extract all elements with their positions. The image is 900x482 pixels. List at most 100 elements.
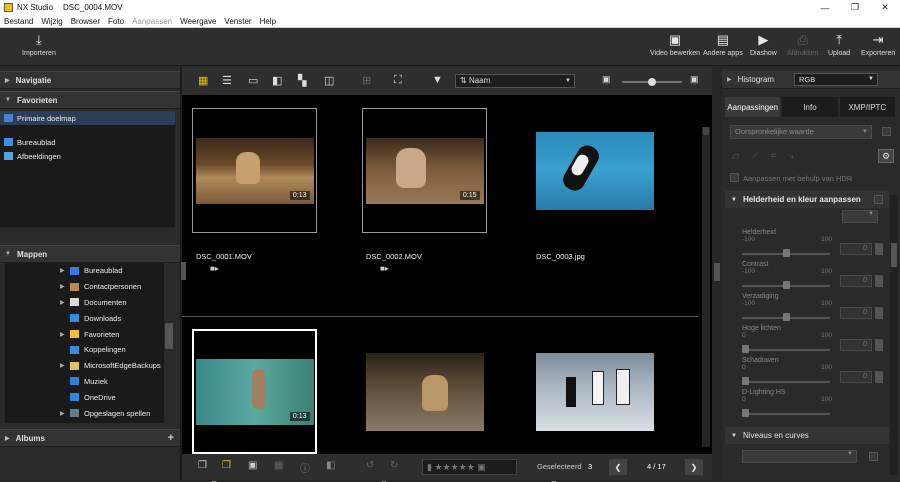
folder-item[interactable]: ▶ Favorieten xyxy=(5,326,164,342)
thumb-size-slider[interactable] xyxy=(622,78,682,86)
favorites-header[interactable]: ▼ Favorieten xyxy=(0,91,180,109)
histogram-header[interactable]: ▶ Histogram RGB ▼ xyxy=(722,71,900,89)
split-view-icon[interactable]: ◫ xyxy=(324,74,334,87)
export-button[interactable]: ⇥ Exporteren xyxy=(861,32,895,57)
thumbnail-cell-selected[interactable]: 0:13 xyxy=(192,329,317,454)
slider-knob[interactable] xyxy=(742,345,749,353)
spin-button[interactable] xyxy=(875,307,883,319)
expand-arrow-icon[interactable]: ▶ xyxy=(60,331,65,338)
hdr-checkbox[interactable] xyxy=(730,173,739,182)
splitter-grip-icon[interactable] xyxy=(714,263,720,281)
expand-arrow-icon[interactable]: ▶ xyxy=(60,410,65,417)
preset-checkbox[interactable] xyxy=(882,127,891,136)
gear-icon[interactable]: ⚙ xyxy=(878,149,894,163)
menu-weergave[interactable]: Weergave xyxy=(176,17,220,26)
tab-xmp-iptc[interactable]: XMP/IPTC xyxy=(839,97,895,117)
close-button[interactable]: ✕ xyxy=(870,0,900,15)
scroll-up-arrow-icon[interactable] xyxy=(703,127,709,135)
single-view-icon[interactable]: ▭ xyxy=(248,74,258,87)
slider-value-field[interactable]: 0 xyxy=(840,243,872,255)
levels-section-header[interactable]: ▼ Niveaus en curves xyxy=(725,427,889,444)
slider-value-field[interactable]: 0 xyxy=(840,371,872,383)
right-splitter[interactable] xyxy=(712,67,722,480)
next-page-button[interactable]: ❯ xyxy=(685,459,703,475)
maximize-button[interactable]: ❐ xyxy=(840,0,870,15)
menu-aanpassen[interactable]: Aanpassen xyxy=(128,17,176,26)
folder-item[interactable]: ▶ Bureaublad xyxy=(5,263,164,279)
scrollbar-thumb[interactable] xyxy=(165,323,173,349)
slider-track[interactable] xyxy=(742,381,830,383)
grid-icon[interactable]: ▦ xyxy=(274,460,283,471)
frame-icon[interactable]: ▣ xyxy=(248,460,257,471)
preset-select[interactable]: Oorspronkelijke waarde ▼ xyxy=(730,125,872,139)
thumbnail-cell[interactable] xyxy=(362,329,487,454)
thumbnail-cell[interactable]: 0:13 xyxy=(192,108,317,233)
menu-wijzig[interactable]: Wijzig xyxy=(37,17,66,26)
thumbnail-scrollbar[interactable] xyxy=(702,127,710,447)
slider-knob[interactable] xyxy=(783,313,790,321)
sort-select[interactable]: ⇅ Naam ▼ xyxy=(455,74,575,88)
import-button[interactable]: ⤓ Importeren xyxy=(22,32,56,57)
previous-page-button[interactable]: ❮ xyxy=(609,459,627,475)
folder-scrollbar[interactable] xyxy=(164,263,174,423)
albums-header[interactable]: ▶ Albums + xyxy=(0,429,180,447)
list-view-icon[interactable]: ☰ xyxy=(222,74,232,87)
minimize-button[interactable]: — xyxy=(810,0,840,15)
fav-item-pictures[interactable]: Afbeeldingen xyxy=(0,149,175,163)
spin-button[interactable] xyxy=(875,339,883,351)
compare-icon[interactable]: ◧ xyxy=(326,460,335,471)
folders-header[interactable]: ▼ Mappen xyxy=(0,245,180,263)
rotate-right-icon[interactable]: ↻ xyxy=(390,460,398,471)
thumbnail-cell[interactable] xyxy=(532,329,657,454)
rotate-left-icon[interactable]: ↺ xyxy=(366,460,374,471)
brightness-section-header[interactable]: ▼ Helderheid en kleur aanpassen xyxy=(725,191,889,208)
upload-button[interactable]: ⤒ Upload xyxy=(828,32,850,57)
folder-item[interactable]: Muziek xyxy=(5,374,164,390)
folder-item[interactable]: Koppelingen xyxy=(5,342,164,358)
rating-stars[interactable]: ▮ ★★★★★ ▣ xyxy=(422,459,517,475)
expand-arrow-icon[interactable]: ▶ xyxy=(60,362,65,369)
stack-icon[interactable]: ❐ xyxy=(198,460,207,471)
video-edit-button[interactable]: ▣ Video bewerken xyxy=(650,32,700,57)
info-icon[interactable]: ⓘ xyxy=(300,460,310,475)
slider-track[interactable] xyxy=(742,349,830,351)
levels-checkbox[interactable] xyxy=(869,452,878,461)
selection-icon[interactable]: ❐ xyxy=(222,460,231,471)
slider-value-field[interactable]: 0 xyxy=(840,275,872,287)
menu-foto[interactable]: Foto xyxy=(104,17,128,26)
thumbnail-cell[interactable] xyxy=(532,108,657,233)
filmstrip-view-icon[interactable]: ▚ xyxy=(298,74,306,87)
slider-value-field[interactable]: 0 xyxy=(840,307,872,319)
fav-item-primary[interactable]: Primaire doelmap xyxy=(0,111,175,125)
add-album-button[interactable]: + xyxy=(168,432,174,444)
slider-knob[interactable] xyxy=(742,377,749,385)
menu-venster[interactable]: Venster xyxy=(220,17,255,26)
menu-help[interactable]: Help xyxy=(256,17,280,26)
small-thumb-icon[interactable]: ▣ xyxy=(602,74,611,85)
spin-button[interactable] xyxy=(875,243,883,255)
left-splitter-grip-icon[interactable] xyxy=(181,262,186,280)
expand-arrow-icon[interactable]: ▶ xyxy=(60,267,65,274)
expand-arrow-icon[interactable]: ▶ xyxy=(60,283,65,290)
folder-item[interactable]: ▶ Opgeslagen spellen xyxy=(5,405,164,421)
spin-button[interactable] xyxy=(875,275,883,287)
tab-info[interactable]: Info xyxy=(782,97,838,117)
filter-icon[interactable]: ▼ xyxy=(432,74,443,86)
group-icon[interactable]: ⊞ xyxy=(362,74,371,87)
slider-track[interactable] xyxy=(742,413,830,415)
right-panel-scrollbar[interactable] xyxy=(890,195,898,475)
slider-knob[interactable] xyxy=(783,249,790,257)
other-apps-button[interactable]: ▤ Andere apps xyxy=(703,32,743,57)
section-checkbox[interactable] xyxy=(874,195,883,204)
slideshow-button[interactable]: ▶ Diashow xyxy=(750,32,777,57)
adjust-tools-icons[interactable]: ▱⟋⌗⤷ xyxy=(732,151,806,162)
spin-button[interactable] xyxy=(875,371,883,383)
fullscreen-icon[interactable]: ⛶ xyxy=(394,74,402,87)
folder-item[interactable]: ▶ Documenten xyxy=(5,295,164,311)
expand-arrow-icon[interactable]: ▶ xyxy=(60,299,65,306)
fav-item-desktop[interactable]: Bureaublad xyxy=(0,135,175,149)
slider-value-field[interactable]: 0 xyxy=(840,339,872,351)
folder-item[interactable]: ▶ MicrosoftEdgeBackups xyxy=(5,358,164,374)
slider-knob[interactable] xyxy=(742,409,749,417)
folder-item[interactable]: OneDrive xyxy=(5,389,164,405)
